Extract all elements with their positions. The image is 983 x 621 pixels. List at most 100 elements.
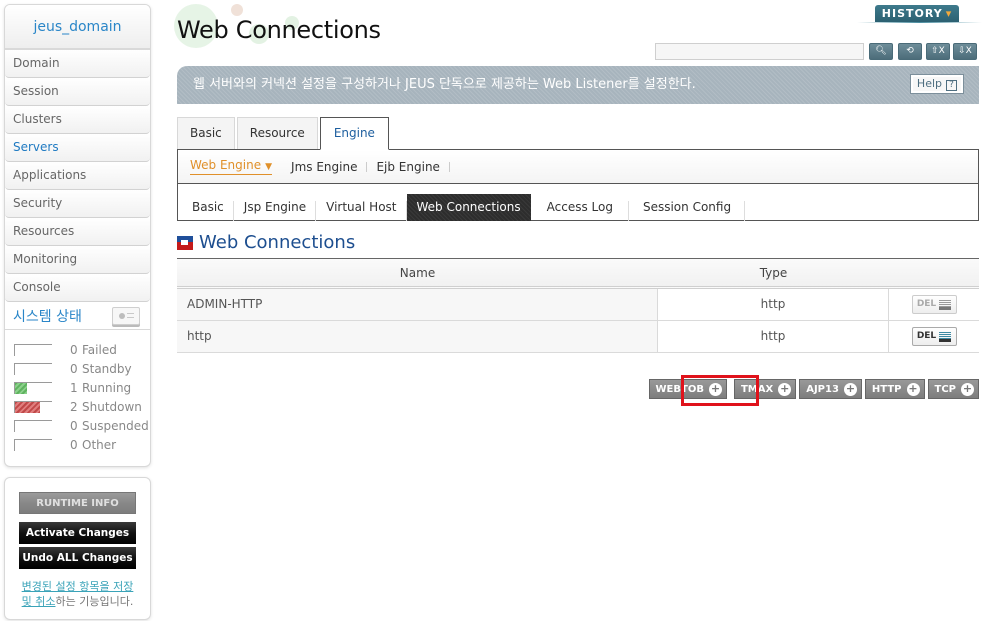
section-header: Web Connections: [177, 232, 355, 253]
add-tcp-button[interactable]: TCP +: [927, 379, 979, 399]
delete-label: DEL: [916, 299, 937, 309]
status-row-running: 1 Running: [14, 378, 150, 397]
add-plug-icon: +: [708, 381, 722, 396]
status-count: 0: [70, 418, 78, 433]
status-bar: [14, 438, 52, 451]
status-fill: [15, 382, 28, 394]
undo-all-changes-button[interactable]: Undo ALL Changes: [19, 547, 136, 569]
tab-access-log[interactable]: Access Log: [531, 194, 630, 221]
add-connection-buttons: WEBTOB + TMAX + AJP13 + HTTP + TCP +: [648, 379, 979, 399]
engine-subnav: Web Engine ▼ Jms Engine Ejb Engine: [178, 150, 978, 184]
sidebar-item-servers[interactable]: Servers: [5, 134, 150, 162]
subnav-ejb-engine[interactable]: Ejb Engine: [376, 160, 439, 174]
sidebar-item-session[interactable]: Session: [5, 78, 150, 106]
activate-changes-button[interactable]: Activate Changes: [19, 522, 136, 544]
search-icon: 🔍︎: [875, 46, 887, 56]
status-label: Suspended: [82, 418, 149, 433]
tab-virtual-host[interactable]: Virtual Host: [316, 194, 407, 221]
engine-panel: Web Engine ▼ Jms Engine Ejb Engine Basic …: [177, 149, 979, 221]
tab-engine[interactable]: Engine: [319, 117, 389, 150]
table-header: Name Type: [177, 258, 979, 289]
status-bar: [14, 362, 52, 375]
column-header-type[interactable]: Type: [658, 259, 889, 286]
change-actions-box: RUNTIME INFO Activate Changes Undo ALL C…: [4, 477, 151, 620]
cell-name[interactable]: http: [177, 321, 658, 352]
description-text: 웹 서버와의 커넥션 설정을 구성하거나 JEUS 단독으로 제공하는 Web …: [193, 77, 696, 92]
xml-export-button[interactable]: ⇧X: [926, 43, 950, 60]
tab-session-config[interactable]: Session Config: [629, 194, 746, 221]
domain-title[interactable]: jeus_domain: [5, 5, 150, 50]
help-button[interactable]: Help?: [909, 74, 965, 94]
add-tcp-label: TCP: [934, 383, 957, 395]
sidebar-item-security[interactable]: Security: [5, 190, 150, 218]
search-input[interactable]: [655, 43, 864, 60]
sidebar-item-monitoring[interactable]: Monitoring: [5, 246, 150, 274]
status-view-icon[interactable]: [112, 306, 140, 325]
delete-label: DEL: [916, 331, 937, 341]
decor-circle: [231, 4, 243, 16]
primary-tabs: Basic Resource Engine: [177, 117, 391, 150]
sidebar-item-resources[interactable]: Resources: [5, 218, 150, 246]
search-button[interactable]: 🔍︎: [869, 43, 893, 60]
delete-stack-icon: [939, 331, 952, 342]
sidebar: jeus_domain Domain Session Clusters Serv…: [4, 4, 151, 620]
xml-upload-icon: ⇧X: [931, 46, 945, 56]
delete-button[interactable]: DEL: [911, 327, 957, 346]
status-row-standby: 0 Standby: [14, 359, 150, 378]
tab-resource[interactable]: Resource: [236, 117, 318, 149]
system-status-title: 시스템 상태: [13, 308, 82, 325]
add-tmax-button[interactable]: TMAX +: [733, 379, 797, 399]
table-row: ADMIN-HTTP http DEL: [177, 289, 979, 321]
changes-help-suffix: 하는 기능입니다.: [55, 595, 134, 608]
xml-import-button[interactable]: ⇩X: [953, 43, 977, 60]
add-webtob-button[interactable]: WEBTOB +: [648, 379, 727, 399]
description-banner: 웹 서버와의 커넥션 설정을 구성하거나 JEUS 단독으로 제공하는 Web …: [177, 66, 979, 104]
help-label: Help: [916, 77, 942, 90]
history-divider: [857, 22, 982, 23]
add-webtob-label: WEBTOB: [655, 383, 704, 395]
status-count: 2: [70, 399, 78, 414]
section-title: Web Connections: [199, 232, 356, 253]
sidebar-item-domain[interactable]: Domain: [5, 50, 150, 78]
status-bar: [14, 343, 52, 356]
status-row-shutdown: 2 Shutdown: [14, 397, 150, 416]
sidebar-item-console[interactable]: Console: [5, 274, 150, 302]
status-count: 0: [70, 437, 78, 452]
subnav-web-engine[interactable]: Web Engine ▼: [190, 158, 273, 175]
add-http-button[interactable]: HTTP +: [864, 379, 925, 399]
subnav-jms-engine[interactable]: Jms Engine: [291, 160, 357, 174]
sidebar-item-clusters[interactable]: Clusters: [5, 106, 150, 134]
cell-name[interactable]: ADMIN-HTTP: [177, 289, 658, 320]
status-count: 0: [70, 342, 78, 357]
tab-web-connections[interactable]: Web Connections: [406, 194, 531, 221]
question-icon: ?: [946, 80, 957, 91]
status-row-suspended: 0 Suspended: [14, 416, 150, 435]
page-title: Web Connections: [177, 16, 381, 44]
tab-web-basic[interactable]: Basic: [182, 194, 234, 221]
system-status-header: 시스템 상태: [5, 302, 150, 330]
subnav-separator: [366, 161, 368, 172]
status-count: 1: [70, 380, 78, 395]
status-bar: [14, 381, 52, 394]
system-status-list: 0 Failed 0 Standby 1 Running 2 Shutdown 0 Sus…: [5, 330, 150, 466]
add-plug-icon: +: [906, 381, 920, 396]
runtime-info-button[interactable]: RUNTIME INFO: [19, 492, 136, 514]
status-row-failed: 0 Failed: [14, 340, 150, 359]
refresh-button[interactable]: ⟲: [898, 43, 922, 60]
table-row: http http DEL: [177, 321, 979, 353]
cell-type: http: [658, 321, 889, 352]
delete-button[interactable]: DEL: [911, 295, 957, 314]
web-engine-tabs: Basic Jsp Engine Virtual Host Web Connec…: [178, 184, 978, 221]
status-label: Other: [82, 437, 117, 452]
tab-jsp-engine[interactable]: Jsp Engine: [234, 194, 317, 221]
tab-basic[interactable]: Basic: [177, 117, 235, 149]
add-ajp13-button[interactable]: AJP13 +: [799, 379, 862, 399]
web-connections-table: Name Type ADMIN-HTTP http DEL http http …: [177, 258, 979, 353]
column-header-name[interactable]: Name: [177, 259, 658, 286]
sidebar-item-applications[interactable]: Applications: [5, 162, 150, 190]
history-button[interactable]: HISTORY ▾: [875, 5, 959, 23]
status-label: Failed: [82, 342, 117, 357]
add-plug-icon: +: [778, 381, 792, 396]
status-label: Shutdown: [82, 399, 142, 414]
sidebar-box: jeus_domain Domain Session Clusters Serv…: [4, 4, 151, 467]
